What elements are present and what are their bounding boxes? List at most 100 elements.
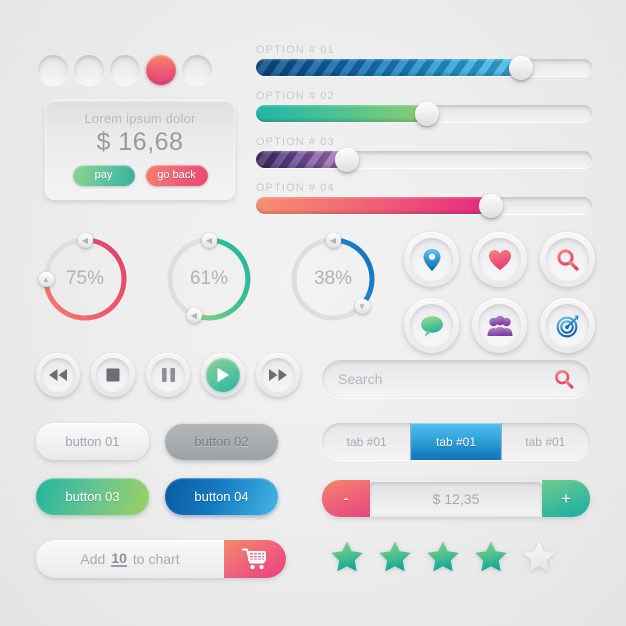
slider-track-2[interactable] (256, 101, 592, 126)
heart-inner (478, 238, 521, 281)
slider-label-4: OPTION # 04 (256, 182, 335, 194)
slider-label-1: OPTION # 01 (256, 44, 335, 56)
stepper-value: $ 12,35 (370, 482, 542, 515)
button-02[interactable]: button 02 (165, 423, 278, 460)
star-1-filled[interactable] (330, 540, 364, 573)
pause-inner (151, 358, 185, 392)
play-inner (206, 358, 240, 392)
slider-track-1[interactable] (256, 55, 592, 80)
heart-button[interactable] (472, 232, 527, 287)
slider-row-4: OPTION # 04 (256, 182, 592, 218)
slider-knob-1[interactable] (509, 55, 534, 80)
slider-row-2: OPTION # 02 (256, 90, 592, 126)
slider-fill-3 (256, 151, 347, 168)
stop-inner (96, 358, 130, 392)
slider-fill-4 (256, 197, 492, 214)
tab-2-active[interactable]: tab #01 (411, 423, 501, 460)
slider-track-3[interactable] (256, 147, 592, 172)
add-to-chart-control: Add 10 to chart (36, 540, 286, 578)
card-title: Lorem ipsum dolor (84, 111, 196, 126)
star-rating (330, 540, 556, 573)
star-5-empty[interactable] (522, 540, 556, 573)
speech-bubble-button[interactable] (404, 298, 459, 353)
pay-button[interactable]: pay (72, 165, 135, 186)
heart-icon (488, 249, 511, 270)
stepper-decrement-button[interactable]: - (322, 480, 370, 517)
users-button[interactable] (472, 298, 527, 353)
users-icon (487, 315, 512, 336)
play-icon (217, 367, 229, 383)
magnifier-button[interactable] (540, 232, 595, 287)
radio-dot-2[interactable] (74, 55, 104, 85)
button-03[interactable]: button 03 (36, 478, 149, 515)
stepper-increment-button[interactable]: + (542, 480, 590, 517)
progress-knob-75-start[interactable]: ◀ (77, 232, 93, 248)
progress-knob-61-start[interactable]: ◀ (201, 232, 217, 248)
search-input[interactable] (338, 371, 554, 387)
price-card: Lorem ipsum dolor $ 16,68 pay go back (45, 100, 235, 200)
target-inner (546, 304, 589, 347)
progress-knob-61-end[interactable]: ◀ (186, 307, 202, 323)
speech-bubble-icon (420, 315, 443, 336)
slider-row-1: OPTION # 01 (256, 44, 592, 80)
search-bar[interactable] (322, 360, 590, 398)
rewind-inner (41, 358, 75, 392)
radio-dot-4[interactable] (146, 55, 176, 85)
slider-fill-2 (256, 105, 428, 122)
slider-row-3: OPTION # 03 (256, 136, 592, 172)
slider-list: OPTION # 01 OPTION # 02 OPTION # 03 OPTI… (256, 44, 592, 228)
fast-forward-inner (261, 358, 295, 392)
tab-1[interactable]: tab #01 (322, 423, 411, 460)
icon-button-grid (404, 232, 595, 353)
play-button[interactable] (201, 353, 245, 397)
add-to-chart-body[interactable]: Add 10 to chart (36, 540, 224, 578)
location-pin-icon (423, 248, 440, 271)
circular-progress-38[interactable]: 38% ◀ ▼ (284, 230, 382, 328)
tab-3[interactable]: tab #01 (501, 423, 590, 460)
star-3-filled[interactable] (426, 540, 460, 573)
button-01[interactable]: button 01 (36, 423, 149, 460)
pause-button[interactable] (146, 353, 190, 397)
circular-progress-75[interactable]: 75% ◀ ▲ (36, 230, 134, 328)
slider-knob-2[interactable] (415, 101, 440, 126)
media-controls (36, 353, 300, 397)
add-to-chart-prefix: Add (80, 551, 106, 567)
card-price: $ 16,68 (96, 128, 184, 156)
slider-label-2: OPTION # 02 (256, 90, 335, 102)
slider-knob-4[interactable] (479, 193, 504, 218)
star-4-filled[interactable] (474, 540, 508, 573)
circular-progress-61[interactable]: 61% ◀ ◀ (160, 230, 258, 328)
card-actions: pay go back (72, 165, 208, 186)
radio-dot-3[interactable] (110, 55, 140, 85)
radio-dot-1[interactable] (38, 55, 68, 85)
slider-track-4[interactable] (256, 193, 592, 218)
rewind-icon (49, 369, 67, 381)
add-to-chart-quantity[interactable]: 10 (111, 551, 127, 567)
circular-progress-group: 75% ◀ ▲ 61% ◀ ◀ 38% ◀ ▼ (36, 230, 382, 328)
users-inner (478, 304, 521, 347)
go-back-button[interactable]: go back (145, 165, 208, 186)
fast-forward-button[interactable] (256, 353, 300, 397)
search-icon[interactable] (554, 369, 574, 389)
stop-icon (106, 368, 120, 382)
target-icon (556, 314, 579, 337)
location-pin-button[interactable] (404, 232, 459, 287)
tab-bar: tab #01 tab #01 tab #01 (322, 423, 590, 460)
button-04[interactable]: button 04 (165, 478, 278, 515)
shopping-cart-icon (242, 548, 266, 570)
progress-knob-38-start[interactable]: ◀ (325, 232, 341, 248)
radio-dot-5[interactable] (182, 55, 212, 85)
star-2-filled[interactable] (378, 540, 412, 573)
rewind-button[interactable] (36, 353, 80, 397)
progress-knob-38-end[interactable]: ▼ (354, 298, 370, 314)
stop-button[interactable] (91, 353, 135, 397)
price-stepper: - $ 12,35 + (322, 480, 590, 517)
progress-knob-75-end[interactable]: ▲ (38, 271, 54, 287)
radio-dot-group (38, 55, 212, 85)
target-button[interactable] (540, 298, 595, 353)
fast-forward-icon (269, 369, 287, 381)
magnifier-inner (546, 238, 589, 281)
add-to-chart-button[interactable] (224, 540, 286, 578)
slider-knob-3[interactable] (334, 147, 359, 172)
pause-icon (161, 368, 175, 382)
